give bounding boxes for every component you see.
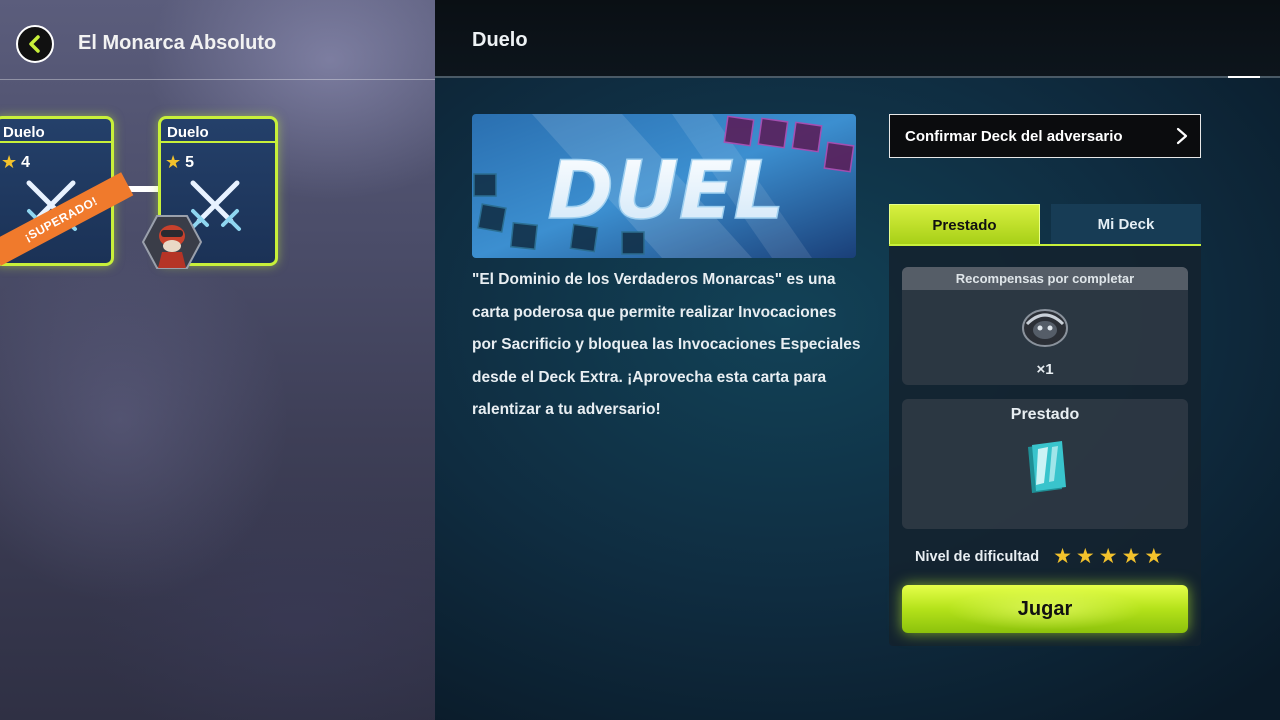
confirm-opponent-deck-button[interactable]: Confirmar Deck del adversario: [889, 114, 1201, 158]
node-label: Duelo: [3, 124, 45, 141]
back-arrow-icon: [29, 35, 40, 53]
header-indicator: [1228, 76, 1260, 78]
reward-sleeve-icon[interactable]: [1018, 302, 1072, 350]
confirm-opponent-deck-label: Confirmar Deck del adversario: [905, 127, 1123, 145]
duel-banner-image: DUEL: [472, 114, 856, 258]
node-level-value: 5: [185, 153, 195, 171]
chevron-right-icon: [1176, 127, 1188, 145]
duelist-avatar: [142, 215, 202, 269]
node-level: ★ 5: [165, 152, 194, 173]
stage-header: El Monarca Absoluto: [0, 0, 435, 80]
duel-detail-panel: Duelo DUEL "El Dominio de los Verdaderos…: [435, 0, 1280, 720]
tab-borrowed[interactable]: Prestado: [889, 204, 1040, 246]
reward-quantity: ×1: [1036, 361, 1054, 378]
back-button[interactable]: [16, 25, 54, 63]
difficulty-stars: ★ ★ ★ ★ ★: [1053, 546, 1163, 568]
completion-rewards: Recompensas por completar ×1: [902, 267, 1188, 385]
star-icon: ★: [1, 152, 18, 172]
star-icon: ★: [1144, 545, 1164, 568]
duel-description: "El Dominio de los Verdaderos Monarcas" …: [472, 271, 861, 418]
node-level-value: 4: [21, 153, 31, 171]
difficulty-label: Nivel de dificultad: [915, 549, 1040, 565]
star-icon: ★: [1121, 545, 1141, 568]
node-label: Duelo: [167, 124, 209, 141]
star-icon: ★: [1075, 545, 1095, 568]
star-icon: ★: [1098, 545, 1118, 568]
rewards-title: Recompensas por completar: [902, 267, 1188, 290]
star-icon: ★: [1053, 545, 1072, 568]
borrowed-deck-box[interactable]: Prestado: [902, 399, 1188, 529]
play-button[interactable]: Jugar: [902, 585, 1188, 633]
difficulty-level: Nivel de dificultad ★ ★ ★ ★ ★: [915, 546, 1163, 568]
node-tab: Duelo: [161, 119, 275, 143]
tab-underline: [889, 244, 1201, 246]
panel-header: Duelo: [435, 0, 1280, 78]
node-tab: Duelo: [0, 119, 111, 143]
duel-banner-text: DUEL: [548, 144, 785, 237]
borrowed-deck-label: Prestado: [1010, 406, 1080, 423]
node-level: ★ 4: [1, 152, 30, 173]
stage-map-panel: El Monarca Absoluto Duelo ★ 4 ¡SUPERADO!: [0, 0, 435, 720]
tab-my-deck[interactable]: Mi Deck: [1051, 204, 1201, 246]
star-icon: ★: [165, 152, 182, 172]
deck-icon: [1028, 441, 1066, 493]
panel-title: Duelo: [472, 29, 528, 51]
stage-title: El Monarca Absoluto: [78, 32, 277, 54]
